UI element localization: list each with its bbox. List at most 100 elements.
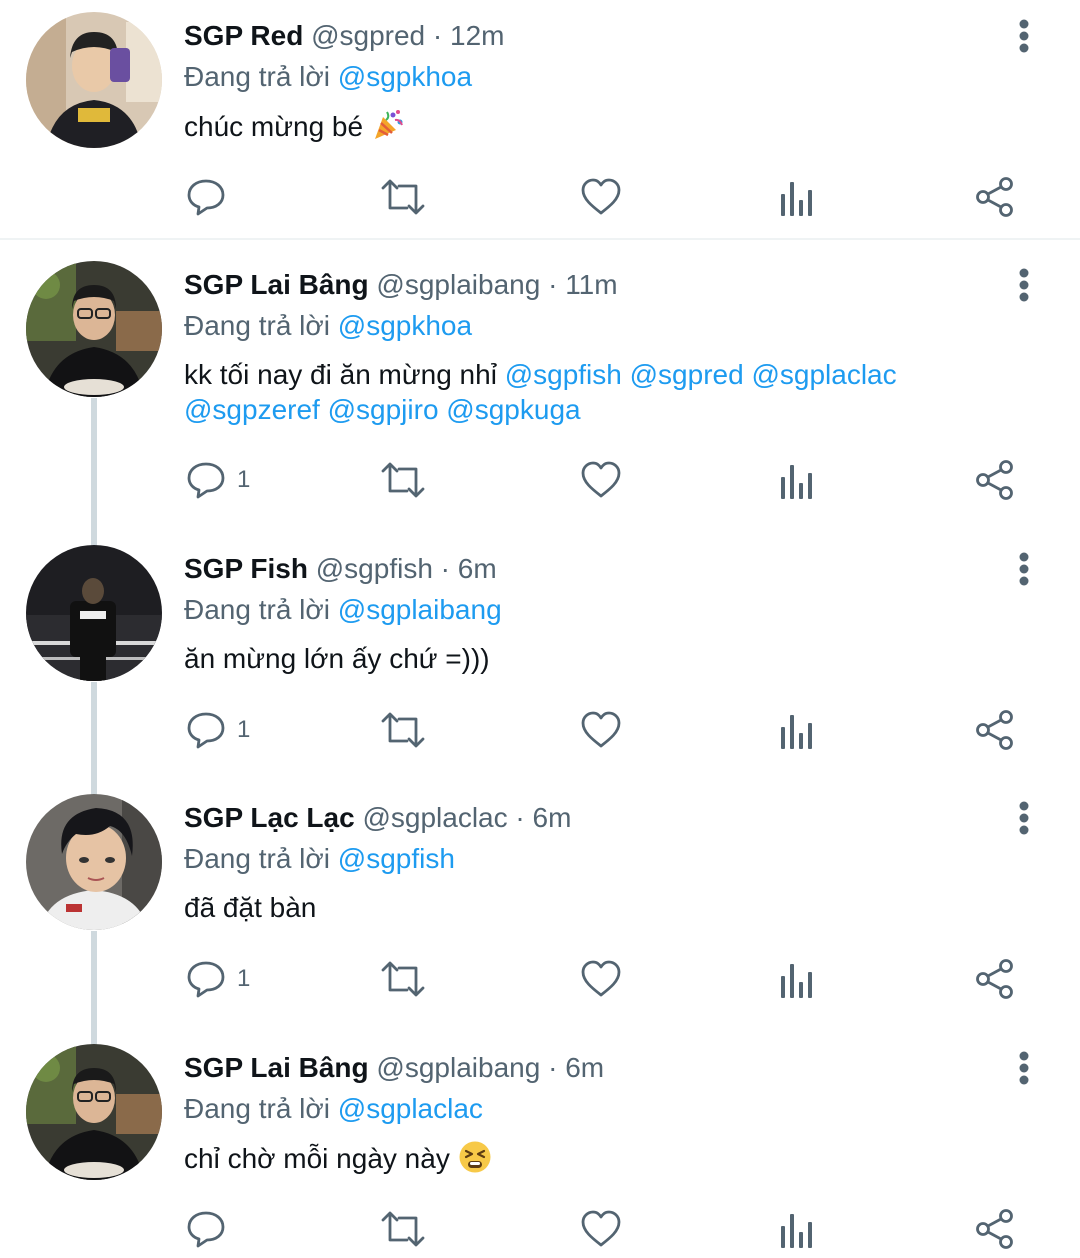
avatar[interactable] — [26, 545, 162, 681]
tweet[interactable]: SGP Lạc Lạc @sgplaclac · 6m Đang trả lời… — [0, 782, 1080, 1032]
display-name[interactable]: SGP Lai Bâng — [184, 1052, 369, 1083]
tweet[interactable]: SGP Lai Bâng @sgplaibang · 11m Đang trả … — [0, 249, 1080, 527]
reply-button[interactable]: 1 — [185, 954, 250, 1004]
replying-to: Đang trả lời @sgplaibang — [184, 593, 502, 627]
reply-button[interactable]: 1 — [185, 705, 250, 755]
retweet-button[interactable] — [380, 455, 426, 505]
more-vertical-icon — [1019, 1051, 1029, 1085]
views-button[interactable] — [778, 455, 818, 505]
like-icon — [581, 1210, 621, 1247]
retweet-button[interactable] — [380, 1204, 426, 1254]
replying-to-mention[interactable]: @sgplaclac — [338, 1093, 483, 1124]
tweet[interactable]: SGP Red @sgpred · 12m Đang trả lời @sgpk… — [0, 0, 1080, 238]
timestamp[interactable]: 12m — [450, 20, 504, 51]
retweet-button[interactable] — [380, 172, 426, 222]
display-name[interactable]: SGP Red — [184, 20, 303, 51]
timestamp[interactable]: 11m — [565, 269, 617, 300]
tweet-text-body: ăn mừng lớn ấy chứ =))) — [184, 643, 490, 674]
retweet-icon — [381, 961, 425, 997]
more-vertical-icon — [1019, 268, 1029, 302]
retweet-icon — [381, 1211, 425, 1247]
timestamp[interactable]: 6m — [533, 802, 572, 833]
avatar[interactable] — [26, 1044, 162, 1180]
avatar[interactable] — [26, 261, 162, 397]
like-button[interactable] — [580, 954, 622, 1004]
like-button[interactable] — [580, 455, 622, 505]
like-icon — [581, 960, 621, 997]
retweet-icon — [381, 712, 425, 748]
views-button[interactable] — [778, 1204, 818, 1254]
reply-button[interactable] — [185, 172, 237, 222]
tweet-text: ăn mừng lớn ấy chứ =))) — [184, 641, 1034, 676]
user-handle[interactable]: @sgplaibang — [376, 269, 540, 300]
more-options-button[interactable] — [1010, 16, 1038, 56]
mention-link[interactable]: @sgpjiro — [328, 394, 439, 425]
tweet-actions — [0, 1204, 1080, 1254]
retweet-button[interactable] — [380, 705, 426, 755]
share-button[interactable] — [974, 172, 1016, 222]
more-vertical-icon — [1019, 552, 1029, 586]
views-button[interactable] — [778, 705, 818, 755]
tweet-text: đã đặt bàn — [184, 890, 1034, 925]
reply-button[interactable]: 1 — [185, 455, 250, 505]
like-button[interactable] — [580, 1204, 622, 1254]
views-icon — [781, 1214, 812, 1248]
share-button[interactable] — [974, 1204, 1016, 1254]
user-handle[interactable]: @sgplaibang — [376, 1052, 540, 1083]
avatar[interactable] — [26, 794, 162, 930]
reply-icon — [187, 712, 225, 749]
tweet-header: SGP Lạc Lạc @sgplaclac · 6m — [184, 800, 571, 836]
avatar[interactable] — [26, 12, 162, 148]
retweet-icon — [381, 462, 425, 498]
replying-to-label: Đang trả lời — [184, 843, 330, 874]
tweet[interactable]: SGP Lai Bâng @sgplaibang · 6m Đang trả l… — [0, 1032, 1080, 1258]
like-button[interactable] — [580, 705, 622, 755]
views-button[interactable] — [778, 954, 818, 1004]
reply-count: 1 — [237, 716, 251, 743]
mention-link[interactable]: @sgplaclac — [751, 359, 896, 390]
tweet-header: SGP Fish @sgpfish · 6m — [184, 551, 497, 587]
user-handle[interactable]: @sgpred — [311, 20, 425, 51]
user-handle[interactable]: @sgplaclac — [362, 802, 507, 833]
retweet-button[interactable] — [380, 954, 426, 1004]
mention-link[interactable]: @sgpfish — [505, 359, 622, 390]
reply-button[interactable] — [185, 1204, 237, 1254]
share-button[interactable] — [974, 455, 1016, 505]
time-separator: · — [425, 20, 451, 51]
user-handle[interactable]: @sgpfish — [316, 553, 433, 584]
tweet-actions: 1 — [0, 705, 1080, 755]
display-name[interactable]: SGP Lạc Lạc — [184, 802, 355, 833]
views-button[interactable] — [778, 172, 818, 222]
tweet[interactable]: SGP Fish @sgpfish · 6m Đang trả lời @sgp… — [0, 533, 1080, 783]
tweet-text-body: kk tối nay đi ăn mừng nhỉ — [184, 359, 497, 390]
more-options-button[interactable] — [1010, 798, 1038, 838]
share-button[interactable] — [974, 954, 1016, 1004]
more-options-button[interactable] — [1010, 265, 1038, 305]
timestamp[interactable]: 6m — [458, 553, 497, 584]
replying-to-mention[interactable]: @sgplaibang — [338, 594, 502, 625]
time-separator: · — [540, 1052, 566, 1083]
share-icon — [976, 959, 1013, 999]
replying-to-mention[interactable]: @sgpfish — [338, 843, 455, 874]
timestamp[interactable]: 6m — [565, 1052, 604, 1083]
more-vertical-icon — [1019, 19, 1029, 53]
display-name[interactable]: SGP Lai Bâng — [184, 269, 369, 300]
tweet-actions — [0, 172, 1080, 222]
more-options-button[interactable] — [1010, 549, 1038, 589]
display-name[interactable]: SGP Fish — [184, 553, 308, 584]
share-icon — [976, 177, 1013, 217]
share-icon — [976, 460, 1013, 500]
time-separator: · — [540, 269, 566, 300]
mention-link[interactable]: @sgpkuga — [446, 394, 580, 425]
mention-link[interactable]: @sgpzeref — [184, 394, 320, 425]
more-options-button[interactable] — [1010, 1048, 1038, 1088]
replying-to-mention[interactable]: @sgpkhoa — [338, 310, 472, 341]
replying-to-mention[interactable]: @sgpkhoa — [338, 61, 472, 92]
share-button[interactable] — [974, 705, 1016, 755]
like-button[interactable] — [580, 172, 622, 222]
tired-face-emoji — [458, 1140, 492, 1182]
mention-link[interactable]: @sgpred — [630, 359, 744, 390]
share-icon — [976, 1209, 1013, 1249]
views-icon — [781, 465, 812, 499]
tweet-text-body: chỉ chờ mỗi ngày này — [184, 1143, 450, 1174]
